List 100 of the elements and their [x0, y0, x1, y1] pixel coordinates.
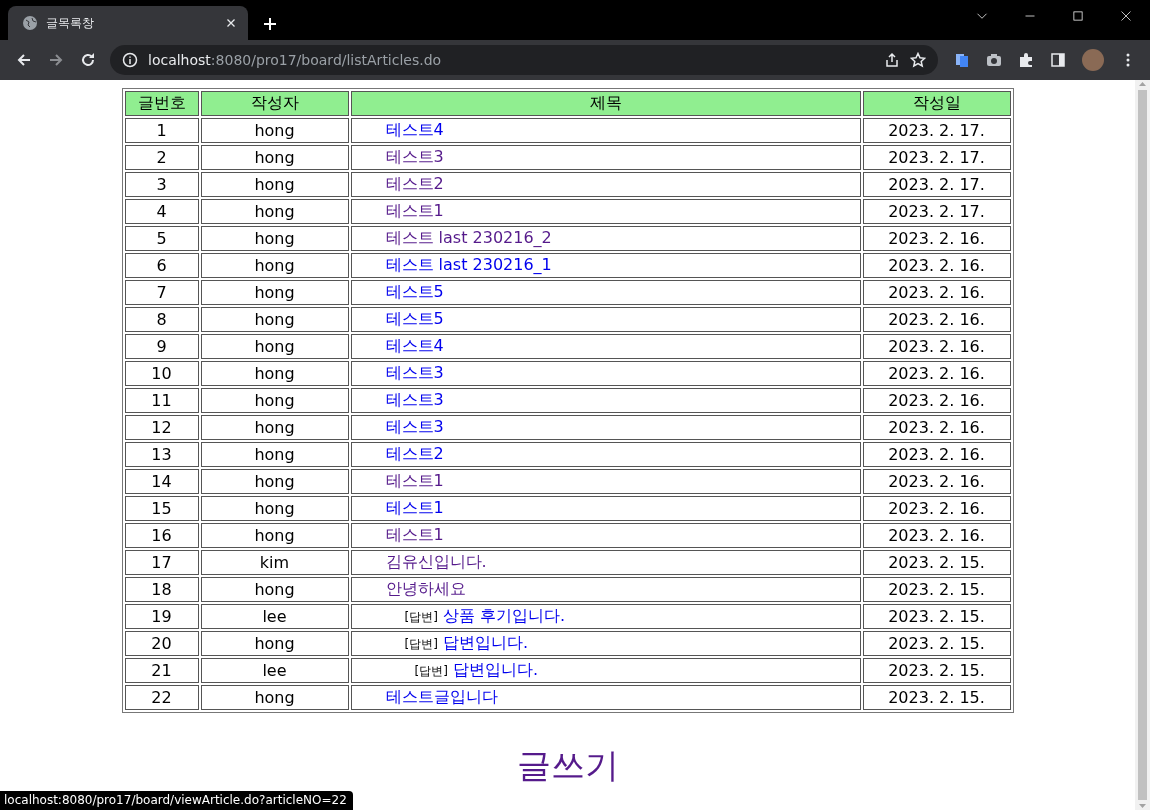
table-cell: 2023. 2. 16.	[862, 469, 1011, 494]
globe-icon[interactable]	[22, 15, 38, 31]
back-arrow-icon[interactable]	[16, 52, 32, 68]
article-title-link[interactable]: 테스트2	[385, 174, 444, 193]
table-cell: hong	[200, 577, 349, 602]
article-title-link[interactable]: 테스트1	[385, 525, 444, 544]
table-cell: 12	[124, 415, 199, 440]
table-cell: hong	[200, 145, 349, 170]
document-icon[interactable]	[954, 52, 970, 68]
table-cell: hong	[200, 388, 349, 413]
article-title-link[interactable]: 테스트1	[385, 201, 444, 220]
table-cell: 2023. 2. 16.	[862, 415, 1011, 440]
article-title-link[interactable]: 테스트3	[385, 390, 444, 409]
table-cell: hong	[200, 631, 349, 656]
table-cell: 2	[124, 145, 199, 170]
table-cell: hong	[200, 469, 349, 494]
table-cell: hong	[200, 253, 349, 278]
table-cell: hong	[200, 226, 349, 251]
forward-arrow-icon[interactable]	[48, 52, 64, 68]
tab-title: 글목록창	[46, 14, 95, 32]
table-cell: 20	[124, 631, 199, 656]
table-cell: hong	[200, 361, 349, 386]
status-bar: localhost:8080/pro17/board/viewArticle.do?articleNO=22	[0, 791, 353, 810]
table-cell: hong	[200, 496, 349, 521]
maximize-icon[interactable]	[1072, 10, 1084, 22]
table-cell: 21	[124, 658, 199, 683]
table-cell: 2023. 2. 17.	[862, 118, 1011, 143]
profile-avatar[interactable]	[1082, 49, 1104, 71]
table-cell: 2023. 2. 16.	[862, 388, 1011, 413]
table-cell: lee	[200, 604, 349, 629]
table-cell: 4	[124, 199, 199, 224]
address-bar[interactable]: localhost:8080/pro17/board/listArticles.do	[110, 45, 938, 75]
reply-label: [답변]	[404, 637, 438, 651]
article-title-link[interactable]: 답변입니다.	[452, 660, 538, 679]
close-icon[interactable]	[1120, 10, 1132, 22]
table-cell: 5	[124, 226, 199, 251]
table-cell: 2023. 2. 16.	[862, 523, 1011, 548]
camera-icon[interactable]	[986, 52, 1002, 68]
table-cell: 2023. 2. 16.	[862, 496, 1011, 521]
info-icon[interactable]	[122, 52, 138, 68]
article-title-link[interactable]: 테스트5	[385, 309, 444, 328]
side-panel-icon[interactable]	[1050, 52, 1066, 68]
table-cell: hong	[200, 523, 349, 548]
plus-icon[interactable]	[262, 16, 278, 32]
share-icon[interactable]	[884, 52, 900, 68]
table-cell: 2023. 2. 15.	[862, 604, 1011, 629]
article-title-link[interactable]: 김유신입니다.	[385, 552, 487, 571]
table-cell: 2023. 2. 16.	[862, 442, 1011, 467]
table-cell: hong	[200, 442, 349, 467]
table-cell: 19	[124, 604, 199, 629]
table-cell: 2023. 2. 16.	[862, 226, 1011, 251]
table-cell: 11	[124, 388, 199, 413]
table-cell: hong	[200, 172, 349, 197]
table-cell: hong	[200, 199, 349, 224]
write-link[interactable]: 글쓰기	[516, 743, 619, 789]
table-cell: 7	[124, 280, 199, 305]
table-cell: hong	[200, 118, 349, 143]
table-cell: 10	[124, 361, 199, 386]
table-cell: hong	[200, 415, 349, 440]
url-text: localhost:8080/pro17/board/listArticles.do	[148, 52, 443, 68]
column-header: 글번호	[124, 91, 199, 116]
table-cell: 2023. 2. 15.	[862, 550, 1011, 575]
table-cell: lee	[200, 658, 349, 683]
table-cell: hong	[200, 280, 349, 305]
table-cell: 2023. 2. 17.	[862, 172, 1011, 197]
column-header: 작성일	[862, 91, 1011, 116]
article-title-link[interactable]: 상품 후기입니다.	[442, 606, 566, 625]
article-title-link[interactable]: 테스트1	[385, 471, 444, 490]
star-icon[interactable]	[910, 52, 926, 68]
article-title-link[interactable]: 테스트2	[385, 444, 444, 463]
table-cell: 13	[124, 442, 199, 467]
browser-tab[interactable]: 글목록창	[8, 6, 248, 40]
table-cell: 2023. 2. 16.	[862, 307, 1011, 332]
table-cell: 8	[124, 307, 199, 332]
article-title-link[interactable]: 테스트3	[385, 417, 444, 436]
table-cell: 18	[124, 577, 199, 602]
reload-icon[interactable]	[80, 52, 96, 68]
reply-label: [답변]	[414, 664, 448, 678]
column-header: 제목	[350, 91, 861, 116]
table-cell: 16	[124, 523, 199, 548]
table-cell: 2023. 2. 17.	[862, 145, 1011, 170]
article-title-link[interactable]: 테스트5	[385, 282, 444, 301]
table-cell: hong	[200, 334, 349, 359]
article-title-link[interactable]: 테스트4	[385, 336, 444, 355]
article-title-link[interactable]: 테스트4	[385, 120, 444, 139]
table-cell: 6	[124, 253, 199, 278]
article-title-link[interactable]: 테스트3	[385, 363, 444, 382]
table-cell: 22	[124, 685, 199, 710]
article-title-link[interactable]: 안녕하세요	[385, 579, 466, 598]
article-title-link[interactable]: 테스트1	[385, 498, 444, 517]
column-header: 작성자	[200, 91, 349, 116]
article-title-link[interactable]: 답변입니다.	[442, 633, 528, 652]
table-cell: 2023. 2. 17.	[862, 199, 1011, 224]
table-cell: kim	[200, 550, 349, 575]
article-title-link[interactable]: 테스트3	[385, 147, 444, 166]
table-cell: hong	[200, 685, 349, 710]
puzzle-piece-icon[interactable]	[1018, 52, 1034, 68]
article-title-link[interactable]: 테스트글입니다	[385, 687, 498, 706]
table-cell: 15	[124, 496, 199, 521]
reply-label: [답변]	[404, 610, 438, 624]
